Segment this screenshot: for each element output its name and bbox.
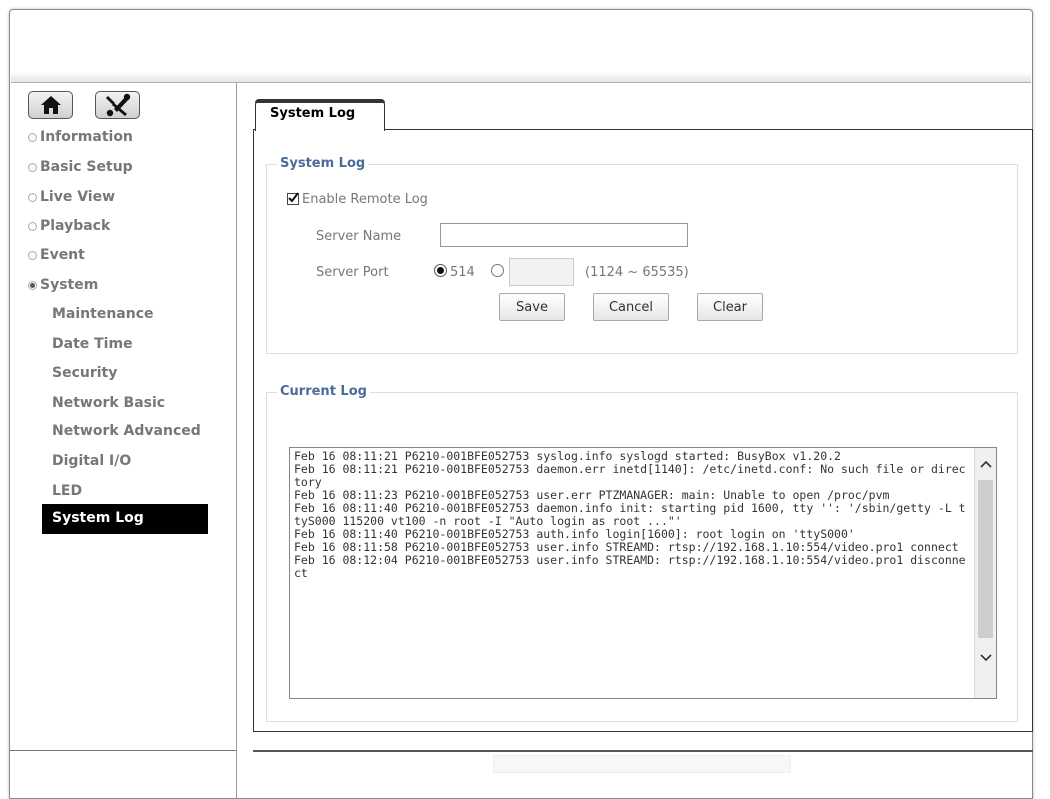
scroll-up-button[interactable] [975, 454, 996, 474]
save-button[interactable]: Save [499, 293, 565, 321]
divider [10, 750, 236, 751]
nav-basic-setup[interactable]: Basic Setup [28, 159, 133, 175]
chevron-down-icon [979, 654, 992, 662]
nav-event[interactable]: Event [28, 247, 85, 263]
sidebar-item-maintenance[interactable]: Maintenance [52, 306, 154, 322]
check-icon [288, 192, 299, 203]
enable-remote-log-checkbox[interactable] [287, 192, 299, 205]
current-log-legend: Current Log [277, 384, 370, 399]
sidebar-item-network-advanced[interactable]: Network Advanced [52, 423, 201, 439]
setup-button[interactable] [95, 91, 140, 119]
tab-panel: System Log Enable Remote Log Server Name… [253, 129, 1033, 732]
nav-information[interactable]: Information [28, 129, 133, 145]
header-bar [11, 72, 1031, 83]
sidebar: Information Basic Setup Live View Playba… [10, 83, 237, 798]
radio-icon [28, 162, 37, 172]
sidebar-item-system-log[interactable]: System Log [42, 504, 208, 534]
tools-icon [105, 93, 130, 117]
enable-remote-log-label: Enable Remote Log [302, 192, 428, 207]
radio-icon [28, 221, 37, 231]
sidebar-item-date-time[interactable]: Date Time [52, 336, 133, 352]
main-content: System Log System Log Enable Remote Log … [237, 83, 1033, 798]
footer-bar [493, 755, 791, 773]
nav-playback[interactable]: Playback [28, 218, 110, 234]
chevron-up-icon [979, 460, 992, 468]
nav-system[interactable]: System [28, 277, 98, 293]
scroll-thumb[interactable] [978, 480, 993, 638]
log-content: Feb 16 08:11:21 P6210-001BFE052753 syslo… [294, 449, 966, 580]
tab-system-log[interactable]: System Log [255, 99, 385, 131]
scroll-down-button[interactable] [975, 648, 996, 668]
nav-label: Basic Setup [40, 159, 133, 175]
radio-dot-icon [437, 267, 444, 274]
nav-label: Live View [40, 189, 116, 205]
server-name-label: Server Name [316, 229, 402, 244]
cancel-button[interactable]: Cancel [593, 293, 669, 321]
log-scrollbar[interactable] [974, 448, 996, 698]
home-button[interactable] [28, 91, 73, 119]
port-default-value: 514 [450, 265, 475, 280]
footer-divider [253, 750, 1033, 752]
port-default-radio[interactable] [434, 264, 447, 277]
nav-label: Information [40, 129, 133, 145]
nav-live-view[interactable]: Live View [28, 189, 115, 205]
custom-port-input[interactable] [509, 258, 574, 286]
nav-label: Playback [40, 218, 111, 234]
radio-selected-icon [28, 280, 37, 290]
app-frame: Information Basic Setup Live View Playba… [9, 9, 1033, 799]
clear-button[interactable]: Clear [697, 293, 763, 321]
sidebar-item-led[interactable]: LED [52, 483, 82, 499]
log-textarea[interactable]: Feb 16 08:11:21 P6210-001BFE052753 syslo… [289, 447, 997, 699]
nav-label: Event [40, 247, 85, 263]
server-name-input[interactable] [440, 223, 688, 247]
port-custom-radio[interactable] [491, 264, 504, 277]
current-log-fieldset: Current Log Feb 16 08:11:21 P6210-001BFE… [266, 384, 1018, 722]
sidebar-item-network-basic[interactable]: Network Basic [52, 395, 165, 411]
radio-icon [28, 132, 37, 142]
sidebar-item-security[interactable]: Security [52, 365, 117, 381]
port-range-hint: (1124 ~ 65535) [585, 265, 689, 280]
sidebar-item-digital-io[interactable]: Digital I/O [52, 453, 131, 469]
system-log-legend: System Log [277, 156, 369, 171]
home-icon [40, 96, 61, 114]
server-port-label: Server Port [316, 265, 389, 280]
system-log-fieldset: System Log Enable Remote Log Server Name… [266, 156, 1018, 354]
radio-icon [28, 192, 37, 202]
nav-label: System [40, 277, 99, 293]
radio-icon [28, 250, 37, 260]
